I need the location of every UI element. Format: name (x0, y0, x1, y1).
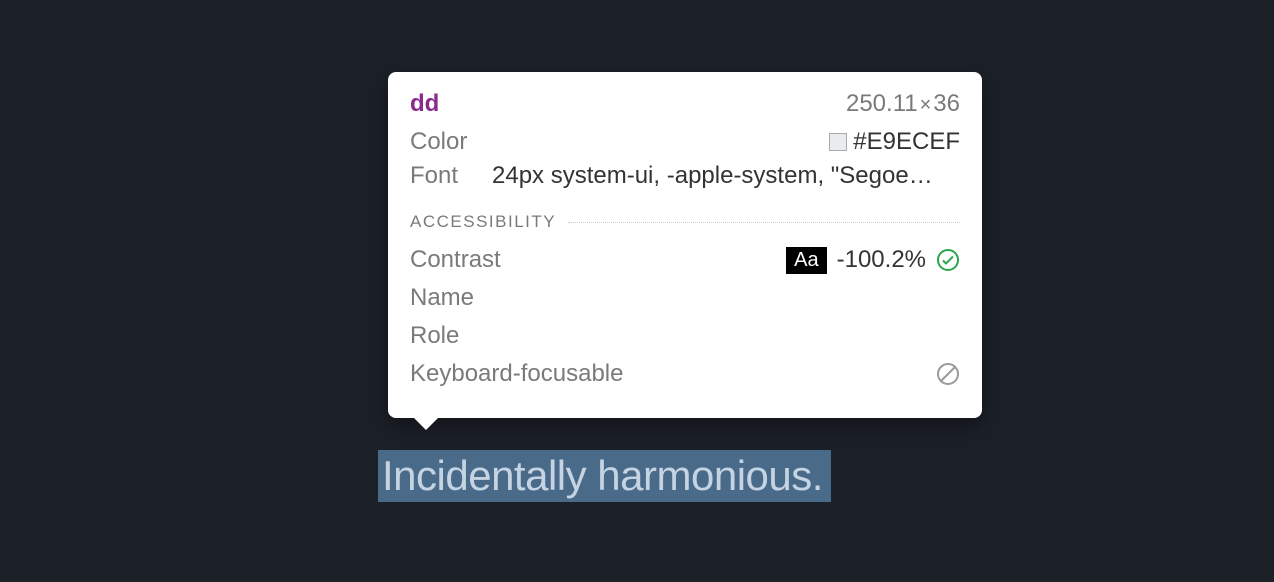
color-property-row: Color #E9ECEF (410, 128, 960, 156)
accessibility-section-header: ACCESSIBILITY (410, 212, 960, 232)
devtools-element-tooltip: dd 250.11×36 Color #E9ECEF Font 24px sys… (388, 72, 982, 418)
contrast-row: Contrast Aa -100.2% (410, 246, 960, 274)
contrast-label: Contrast (410, 246, 501, 274)
color-value: #E9ECEF (853, 128, 960, 156)
font-label: Font (410, 162, 478, 190)
inspected-element-highlight: Incidentally harmonious. (378, 450, 831, 502)
keyboard-focusable-row: Keyboard-focusable (410, 360, 960, 388)
dimensions-width: 250.11 (846, 90, 918, 117)
element-dimensions: 250.11×36 (846, 90, 960, 118)
font-value: 24px system-ui, -apple-system, "Segoe… (492, 162, 960, 190)
font-property-row: Font 24px system-ui, -apple-system, "Seg… (410, 162, 960, 190)
check-circle-icon (936, 248, 960, 272)
color-label: Color (410, 128, 478, 156)
accessibility-title: ACCESSIBILITY (410, 212, 556, 232)
contrast-sample-badge: Aa (786, 247, 826, 274)
not-applicable-icon (936, 362, 960, 386)
contrast-value: -100.2% (837, 246, 926, 274)
dimensions-multiply-icon: × (920, 94, 932, 116)
role-label: Role (410, 322, 459, 350)
color-swatch-icon (829, 133, 847, 151)
section-divider (568, 222, 960, 223)
keyboard-focusable-label: Keyboard-focusable (410, 360, 623, 388)
tooltip-header: dd 250.11×36 (410, 90, 960, 118)
dimensions-height: 36 (933, 90, 960, 117)
name-row: Name (410, 284, 960, 312)
role-row: Role (410, 322, 960, 350)
element-tag-name: dd (410, 90, 439, 118)
name-label: Name (410, 284, 474, 312)
